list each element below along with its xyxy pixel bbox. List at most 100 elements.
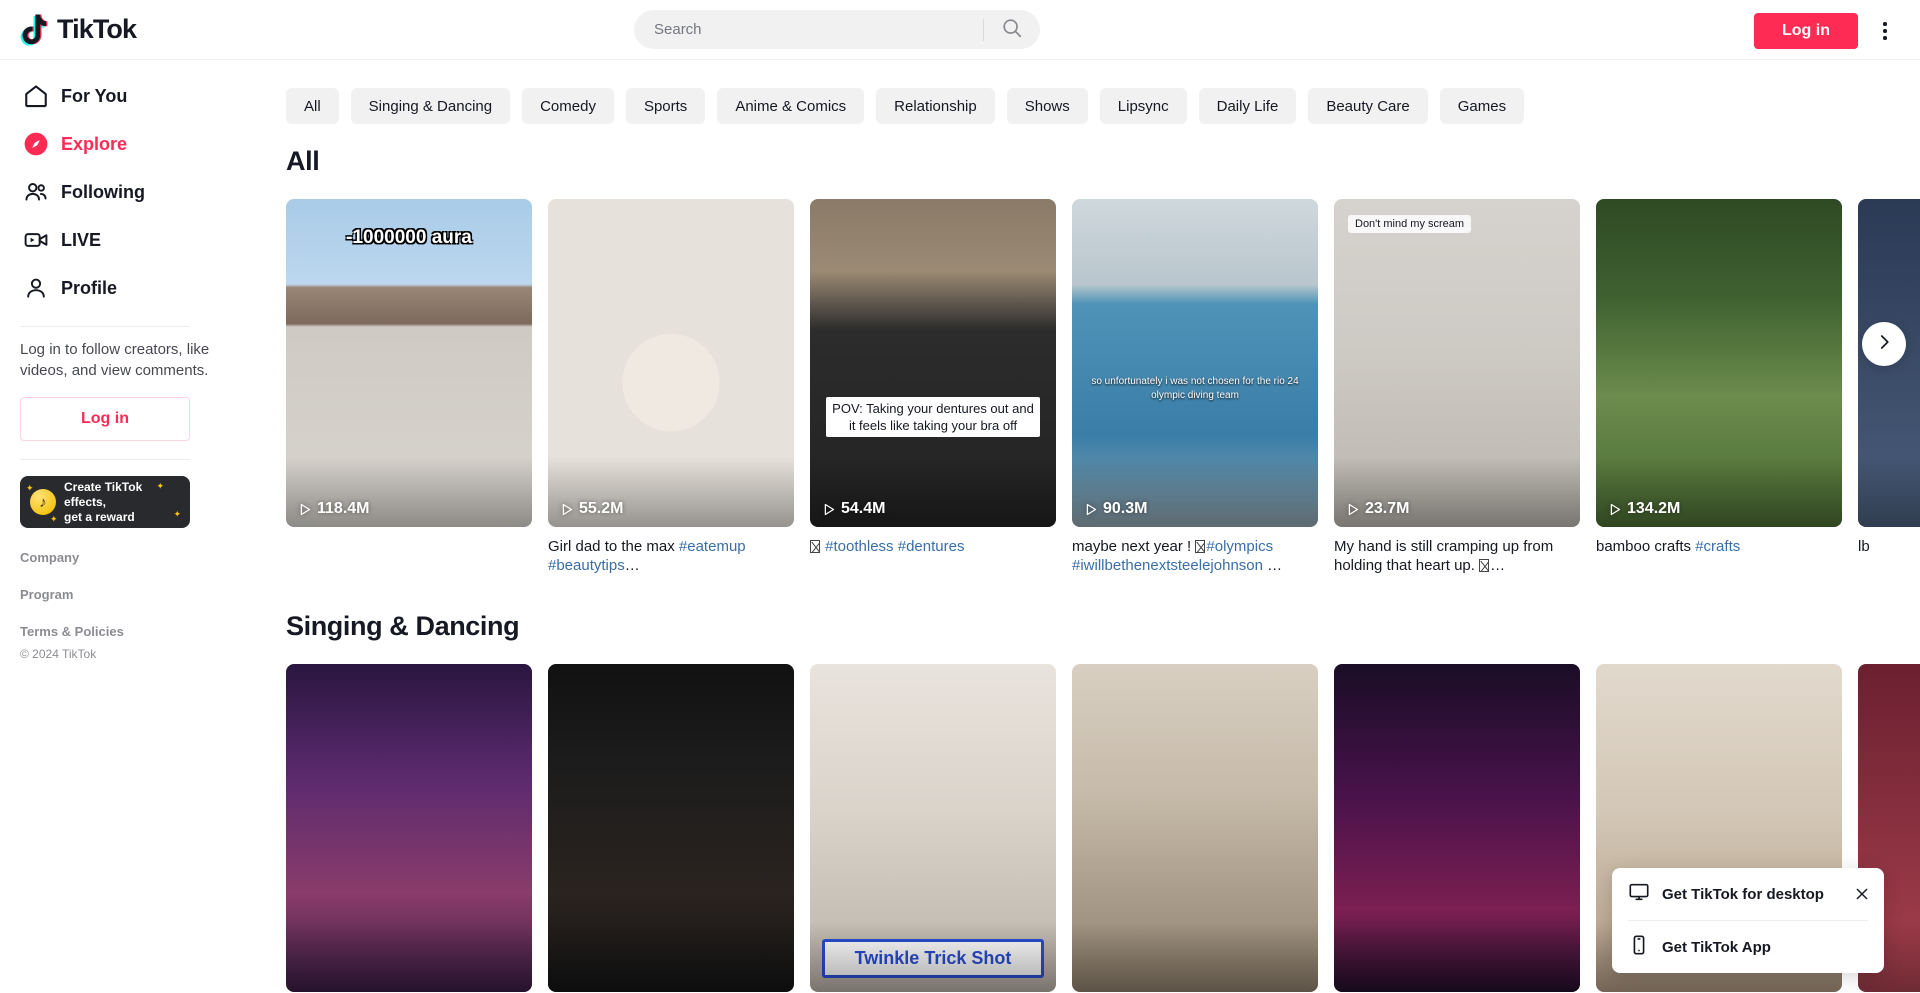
sidebar-item-live[interactable]: LIVE — [20, 216, 220, 264]
sidebar-divider-top — [20, 326, 190, 327]
thumbnail-gradient — [810, 922, 1056, 992]
sparkle-icon: ✦ — [156, 481, 164, 491]
sidebar-item-following[interactable]: Following — [20, 168, 220, 216]
video-rail-all[interactable]: -1000000 aura 118.4M 55.2M Girl dad to the … — [286, 199, 1920, 575]
video-card[interactable]: Don't mind my scream 23.7M My hand is stil… — [1334, 199, 1580, 575]
section-all: All -1000000 aura 118.4M 55.2M Girl dad to … — [240, 146, 1920, 575]
close-icon[interactable] — [1852, 884, 1872, 904]
get-tiktok-desktop-label: Get TikTok for desktop — [1662, 885, 1824, 903]
search-submit-button[interactable] — [984, 10, 1040, 49]
sidebar-item-profile[interactable]: Profile — [20, 264, 220, 312]
video-card[interactable] — [286, 664, 532, 992]
category-chip-beauty-care[interactable]: Beauty Care — [1308, 88, 1428, 124]
video-thumbnail[interactable]: -1000000 aura 118.4M — [286, 199, 532, 527]
view-count-label: 134.2M — [1627, 500, 1681, 517]
main-content: All Singing & Dancing Comedy Sports Anime & … — [240, 60, 1920, 993]
video-overlay-subtitle: so unfortunately i was not chosen for th… — [1091, 376, 1299, 401]
sparkle-icon: ✦ — [26, 483, 34, 493]
video-card[interactable] — [1334, 664, 1580, 992]
video-thumbnail[interactable]: Don't mind my scream 23.7M — [1334, 199, 1580, 527]
hashtag-link[interactable]: #iwillbethenextsteelejohnson — [1072, 557, 1263, 574]
video-thumbnail[interactable] — [1072, 664, 1318, 992]
video-caption[interactable]: Girl dad to the max #eatemup #beautytips… — [548, 537, 794, 575]
view-count: 90.3M — [1083, 500, 1147, 518]
category-chip-lipsync[interactable]: Lipsync — [1099, 88, 1187, 124]
hashtag-link[interactable]: #dentures — [898, 538, 965, 555]
video-caption[interactable]: My hand is still cramping up from holdin… — [1334, 537, 1580, 575]
play-icon — [300, 503, 311, 515]
video-thumbnail[interactable] — [548, 664, 794, 992]
category-chip-daily-life[interactable]: Daily Life — [1198, 88, 1297, 124]
category-chip-games[interactable]: Games — [1439, 88, 1525, 124]
sparkle-icon: ✦ — [173, 509, 181, 519]
tiktok-logo[interactable]: TikTok — [20, 13, 137, 47]
get-tiktok-app-row[interactable]: Get TikTok App — [1612, 921, 1884, 973]
login-button-sidebar[interactable]: Log in — [20, 397, 190, 441]
video-card[interactable]: -1000000 aura 118.4M — [286, 199, 532, 575]
caption-text: … — [1490, 557, 1506, 574]
create-effects-banner[interactable]: ✦ ✦ ✦ ✦ ♪ Create TikTok effects, get a r… — [20, 476, 190, 528]
view-count-label: 90.3M — [1103, 500, 1148, 517]
category-chip-comedy[interactable]: Comedy — [522, 88, 614, 124]
get-tiktok-desktop-row[interactable]: Get TikTok for desktop — [1612, 868, 1884, 920]
footer-link-program[interactable]: Program — [20, 587, 220, 602]
search-input[interactable] — [634, 21, 983, 38]
hashtag-link[interactable]: #toothless — [825, 538, 893, 555]
video-thumbnail[interactable]: POV: Taking your dentures out and it fee… — [810, 199, 1056, 527]
sidebar-item-label: Explore — [61, 133, 128, 154]
hashtag-link[interactable]: #olympics — [1206, 538, 1273, 555]
hashtag-link[interactable]: #crafts — [1695, 538, 1740, 555]
video-caption[interactable]: bamboo crafts #crafts — [1596, 537, 1842, 556]
category-chip-relationship[interactable]: Relationship — [876, 88, 995, 124]
copyright-text: © 2024 TikTok — [20, 647, 97, 661]
video-card[interactable] — [548, 664, 794, 992]
hashtag-link[interactable]: #beautytips — [548, 557, 625, 574]
video-caption[interactable]: lb — [1858, 537, 1920, 556]
view-count-label: 54.4M — [841, 500, 886, 517]
caption-text: Girl dad to the max — [548, 538, 679, 555]
effects-line-1: Create TikTok effects, — [64, 479, 143, 509]
video-card[interactable] — [1072, 664, 1318, 992]
sidebar-footer-links: Company Program Terms & Policies © 2024 … — [20, 550, 220, 661]
video-card[interactable]: so unfortunately i was not chosen for th… — [1072, 199, 1318, 575]
caption-text: lb — [1858, 538, 1870, 555]
play-icon — [1348, 503, 1359, 515]
video-card[interactable]: lb — [1858, 199, 1920, 575]
category-chip-all[interactable]: All — [286, 88, 339, 124]
video-thumbnail[interactable]: so unfortunately i was not chosen for th… — [1072, 199, 1318, 527]
search-bar[interactable] — [634, 10, 1040, 49]
video-thumbnail[interactable]: Twinkle Trick Shot — [810, 664, 1056, 992]
video-caption[interactable]: maybe next year ! #olympics #iwillbethen… — [1072, 537, 1318, 575]
video-card[interactable]: 55.2M Girl dad to the max #eatemup #beaut… — [548, 199, 794, 575]
category-chip-row: All Singing & Dancing Comedy Sports Anime & … — [240, 60, 1920, 124]
caption-text: maybe next year ! — [1072, 538, 1196, 555]
thumbnail-gradient — [286, 922, 532, 992]
kebab-menu-icon[interactable] — [1872, 18, 1898, 44]
caption-text: … — [1262, 557, 1283, 574]
category-chip-sports[interactable]: Sports — [625, 88, 706, 124]
video-card[interactable]: 134.2M bamboo crafts #crafts — [1596, 199, 1842, 575]
thumbnail-gradient — [1858, 457, 1920, 527]
missing-glyph-icon — [1195, 540, 1206, 553]
video-thumbnail[interactable]: 55.2M — [548, 199, 794, 527]
sidebar-item-for-you[interactable]: For You — [20, 72, 220, 120]
video-card[interactable]: POV: Taking your dentures out and it fee… — [810, 199, 1056, 575]
footer-link-terms[interactable]: Terms & Policies — [20, 624, 220, 639]
category-chip-singing-dancing[interactable]: Singing & Dancing — [350, 88, 511, 124]
play-icon — [562, 503, 573, 515]
video-card[interactable]: Twinkle Trick Shot — [810, 664, 1056, 992]
video-thumbnail[interactable] — [286, 664, 532, 992]
page-title: All — [286, 146, 320, 176]
rail-next-button[interactable] — [1862, 322, 1906, 366]
video-thumbnail[interactable]: 134.2M — [1596, 199, 1842, 527]
caption-text: bamboo crafts — [1596, 538, 1696, 555]
video-thumbnail[interactable] — [1334, 664, 1580, 992]
video-caption[interactable]: #toothless #dentures — [810, 537, 1056, 556]
category-chip-shows[interactable]: Shows — [1006, 88, 1088, 124]
category-chip-anime-comics[interactable]: Anime & Comics — [717, 88, 865, 124]
hashtag-link[interactable]: #eatemup — [679, 538, 746, 555]
footer-link-company[interactable]: Company — [20, 550, 220, 565]
sidebar-item-explore[interactable]: Explore — [20, 120, 220, 168]
caption-text: My hand is still cramping up from holdin… — [1334, 538, 1554, 574]
login-button-header[interactable]: Log in — [1754, 13, 1858, 49]
